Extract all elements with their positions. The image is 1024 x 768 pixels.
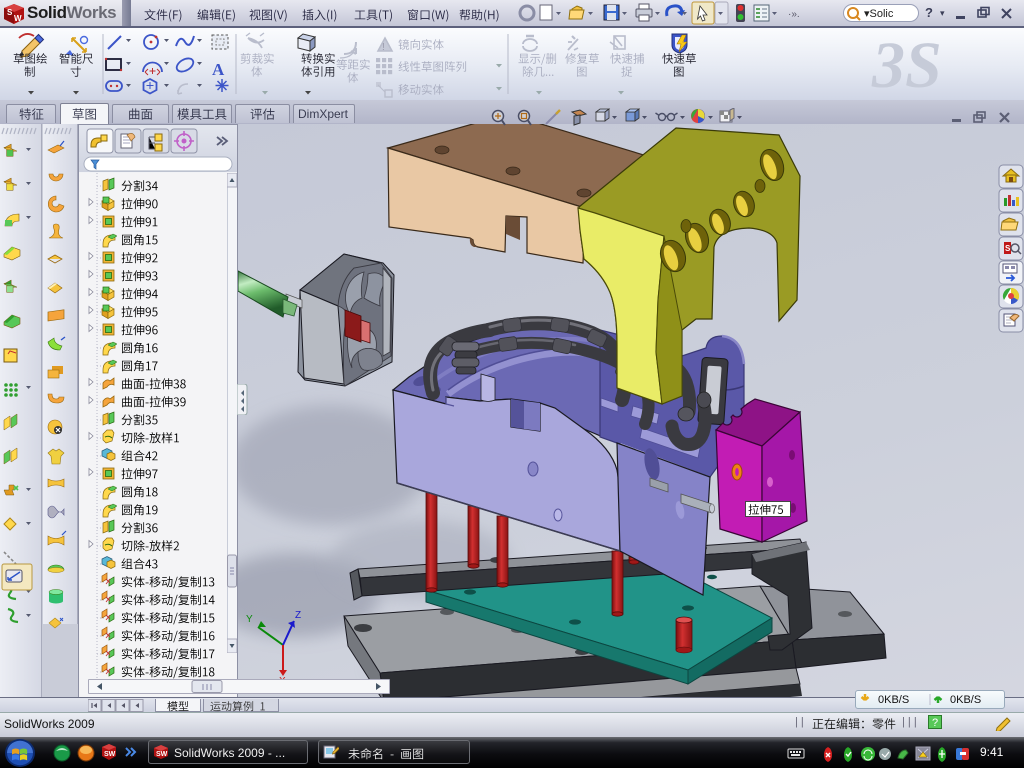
svg-text:W: W bbox=[14, 14, 22, 23]
svg-text:Y: Y bbox=[246, 614, 253, 625]
svg-text:S: S bbox=[1005, 244, 1011, 253]
svg-text:SW: SW bbox=[104, 751, 116, 758]
svg-text:!: ! bbox=[382, 42, 385, 53]
svg-text:Z: Z bbox=[295, 610, 301, 621]
svg-text:S: S bbox=[7, 8, 13, 17]
svg-text:A: A bbox=[212, 60, 225, 79]
svg-text:SW: SW bbox=[156, 751, 168, 758]
svg-text:·».: ·». bbox=[788, 9, 800, 20]
